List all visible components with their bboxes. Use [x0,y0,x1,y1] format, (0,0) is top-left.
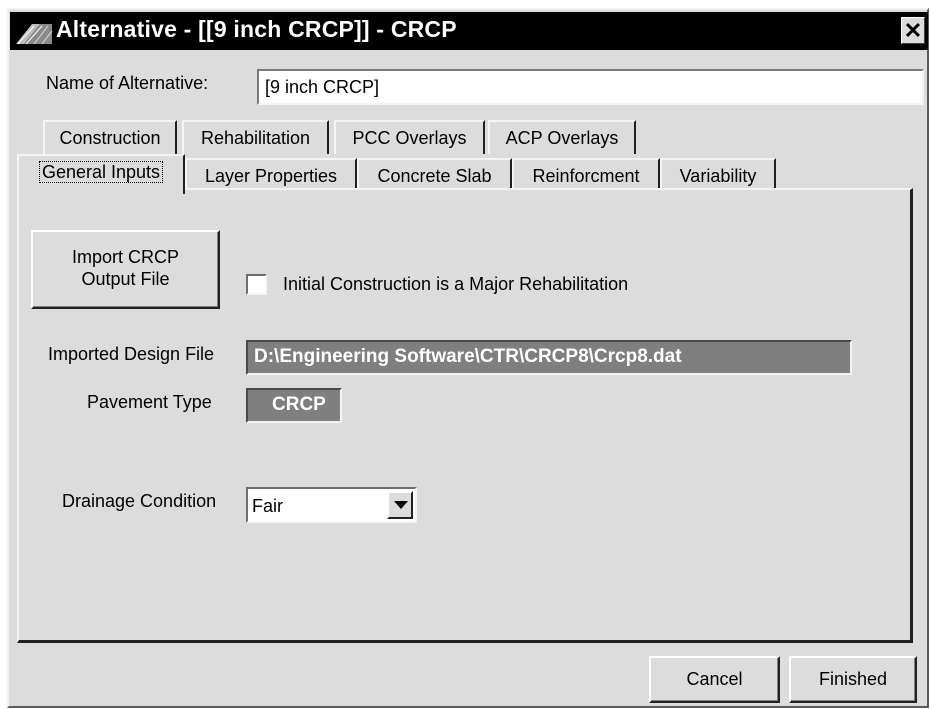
tab-general-inputs[interactable]: General Inputs [17,154,185,194]
tab-rehabilitation[interactable]: Rehabilitation [182,120,329,154]
tab-layer-properties[interactable]: Layer Properties [185,158,357,192]
drainage-condition-select[interactable]: Fair [246,487,417,523]
tab-construction[interactable]: Construction [43,120,177,154]
button-line: Output File [81,269,170,289]
major-rehabilitation-checkbox[interactable] [246,274,267,295]
tab-label: Construction [59,128,161,148]
tab-label: ACP Overlays [505,128,619,148]
tab-label: Reinforcment [532,166,640,186]
window-title: Alternative - [[9 inch CRCP]] - CRCP [56,16,457,42]
tab-pcc-overlays[interactable]: PCC Overlays [334,120,485,154]
import-crcp-output-file-button[interactable]: Import CRCP Output File [31,230,220,309]
button-line: Import CRCP [71,247,179,267]
pavement-type-label: Pavement Type [87,392,212,412]
title-bar[interactable]: Alternative - [[9 inch CRCP]] - CRCP ✕ [10,12,928,50]
finished-button[interactable]: Finished [789,656,917,703]
major-rehabilitation-label: Initial Construction is a Major Rehabili… [283,274,629,294]
tab-label: Layer Properties [204,166,338,186]
close-icon[interactable]: ✕ [901,17,925,44]
alternative-name-input[interactable] [257,69,924,105]
cancel-button[interactable]: Cancel [649,656,780,703]
drainage-condition-label: Drainage Condition [62,491,217,511]
tab-variability[interactable]: Variability [660,158,776,192]
imported-design-file-field: D:\Engineering Software\CTR\CRCP8\Crcp8.… [246,340,852,375]
tab-reinforcment[interactable]: Reinforcment [512,158,660,192]
pavement-type-field: CRCP [246,388,342,423]
dropdown-arrow-icon[interactable] [387,491,413,519]
tab-acp-overlays[interactable]: ACP Overlays [488,120,636,154]
tab-label: General Inputs [38,161,164,183]
app-icon [14,18,54,46]
name-of-alternative-label: Name of Alternative: [46,73,209,93]
tab-label: PCC Overlays [352,128,467,148]
tab-label: Variability [679,166,757,186]
tab-label: Concrete Slab [377,166,492,186]
tab-label: Rehabilitation [200,128,311,148]
tab-concrete-slab[interactable]: Concrete Slab [357,158,512,192]
drainage-condition-value: Fair [252,496,283,516]
imported-design-file-label: Imported Design File [48,344,215,364]
